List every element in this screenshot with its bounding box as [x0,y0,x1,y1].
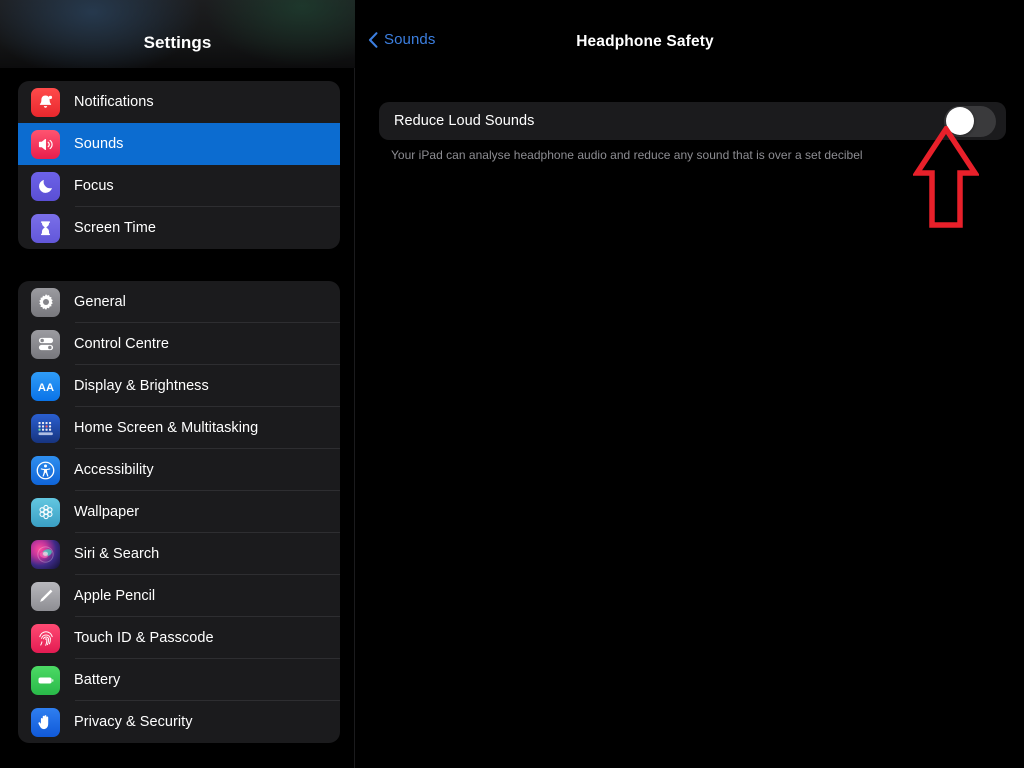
sidebar-item-label: Accessibility [74,462,154,478]
touch-id-fingerprint-icon [31,623,60,653]
sidebar-item-label: Wallpaper [74,504,140,520]
sidebar-item-label: Notifications [74,94,154,110]
sidebar-item-label: Siri & Search [74,546,160,562]
sidebar-item-sounds[interactable]: Sounds [18,123,340,165]
reduce-loud-sounds-label: Reduce Loud Sounds [394,113,535,129]
sidebar-header: Settings [0,0,355,68]
sidebar-group-primary-group: Notifications Sounds Focus Screen Time [18,81,340,249]
sidebar-item-label: Touch ID & Passcode [74,630,214,646]
battery-icon [31,665,60,695]
sidebar-item-label: General [74,294,126,310]
sidebar-item-touch-id-passcode[interactable]: Touch ID & Passcode [18,617,340,659]
sidebar-item-label: Home Screen & Multitasking [74,420,259,436]
sidebar-item-privacy-security[interactable]: Privacy & Security [18,701,340,743]
apple-pencil-icon [31,581,60,611]
detail-header: Sounds Headphone Safety [356,0,1024,68]
sidebar-item-screen-time[interactable]: Screen Time [18,207,340,249]
sidebar-item-label: Privacy & Security [74,714,193,730]
reduce-loud-sounds-row[interactable]: Reduce Loud Sounds [379,102,1006,140]
sidebar-group-system-group: General Control Centre AA Display & Brightn… [18,281,340,743]
reduce-loud-sounds-description: Your iPad can analyse headphone audio an… [391,148,863,162]
sidebar-item-label: Screen Time [74,220,156,236]
sidebar-item-home-screen-multitasking[interactable]: Home Screen & Multitasking [18,407,340,449]
screen-time-hourglass-icon [31,213,60,243]
home-screen-grid-icon [31,413,60,443]
siri-orb-icon [31,539,60,569]
detail-pane: Sounds Headphone Safety Reduce Loud Soun… [356,0,1024,768]
general-gear-icon [31,287,60,317]
sidebar-item-general[interactable]: General [18,281,340,323]
sidebar-item-label: Apple Pencil [74,588,156,604]
sidebar-item-apple-pencil[interactable]: Apple Pencil [18,575,340,617]
detail-title: Headphone Safety [576,33,714,50]
control-centre-toggles-icon [31,329,60,359]
sidebar-item-control-centre[interactable]: Control Centre [18,323,340,365]
sidebar-item-focus[interactable]: Focus [18,165,340,207]
reduce-loud-sounds-toggle[interactable] [944,105,996,137]
toggle-knob [945,107,974,135]
sidebar-item-display-brightness[interactable]: AA Display & Brightness [18,365,340,407]
svg-text:AA: AA [37,381,53,393]
sidebar-item-siri-search[interactable]: Siri & Search [18,533,340,575]
accessibility-person-icon [31,455,60,485]
sidebar-item-wallpaper[interactable]: Wallpaper [18,491,340,533]
sidebar-item-label: Battery [74,672,121,688]
settings-sidebar: Settings Notifications Sounds Focus Screen … [0,0,355,768]
sidebar-item-label: Sounds [74,136,124,152]
sidebar-item-accessibility[interactable]: Accessibility [18,449,340,491]
privacy-hand-icon [31,707,60,737]
sidebar-item-battery[interactable]: Battery [18,659,340,701]
page-title: Settings [143,33,212,52]
focus-moon-icon [31,171,60,201]
sidebar-item-label: Control Centre [74,336,169,352]
sidebar-item-notifications[interactable]: Notifications [18,81,340,123]
display-brightness-aa-icon: AA [31,371,60,401]
wallpaper-flower-icon [31,497,60,527]
notifications-bell-icon [31,87,60,117]
sidebar-item-label: Focus [74,178,114,194]
sidebar-item-label: Display & Brightness [74,378,209,394]
ipad-settings-screen: Settings Notifications Sounds Focus Screen … [0,0,1024,768]
sounds-speaker-icon [31,129,60,159]
